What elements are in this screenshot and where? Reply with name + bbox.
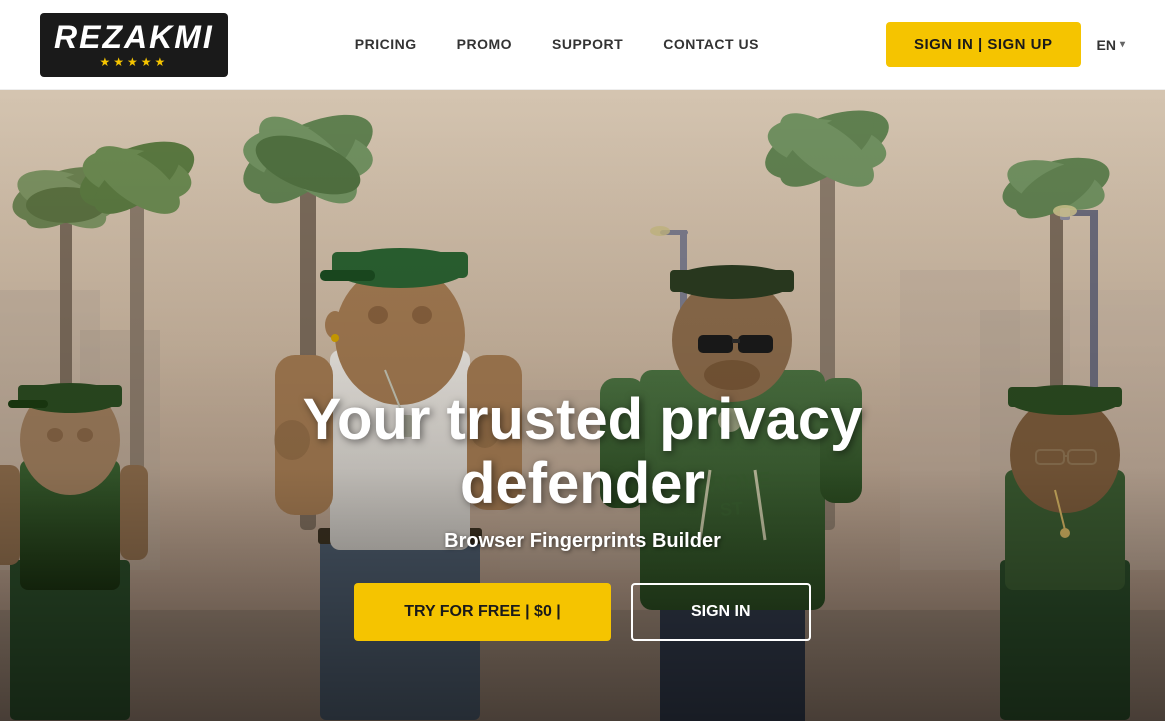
nav-right: SIGN IN | SIGN UP EN ▾ xyxy=(886,22,1125,67)
nav-item-promo[interactable]: PROMO xyxy=(457,36,512,54)
navbar: REZAKMI ★★★★★ PRICING PROMO SUPPORT CONT… xyxy=(0,0,1165,90)
try-free-button[interactable]: TRY FOR FREE | $0 | xyxy=(354,583,611,641)
language-selector[interactable]: EN ▾ xyxy=(1097,37,1125,53)
hero-content: Your trusted privacy defender Browser Fi… xyxy=(233,388,933,641)
nav-item-pricing[interactable]: PRICING xyxy=(355,36,417,54)
logo-box: REZAKMI ★★★★★ xyxy=(40,13,228,77)
logo-text: REZAKMI xyxy=(54,21,214,53)
nav-item-contact[interactable]: CONTACT US xyxy=(663,36,759,54)
hero-section: GROVE ST xyxy=(0,90,1165,721)
logo-stars: ★★★★★ xyxy=(99,55,168,69)
nav-links: PRICING PROMO SUPPORT CONTACT US xyxy=(355,36,759,54)
nav-item-support[interactable]: SUPPORT xyxy=(552,36,623,54)
hero-title: Your trusted privacy defender xyxy=(233,388,933,516)
hero-subtitle: Browser Fingerprints Builder xyxy=(233,530,933,553)
hero-buttons: TRY FOR FREE | $0 | SIGN IN xyxy=(233,583,933,641)
hero-sign-in-button[interactable]: SIGN IN xyxy=(631,583,811,641)
nav-link-support[interactable]: SUPPORT xyxy=(552,36,623,52)
logo[interactable]: REZAKMI ★★★★★ xyxy=(40,13,228,77)
language-label: EN xyxy=(1097,37,1116,53)
nav-link-promo[interactable]: PROMO xyxy=(457,36,512,52)
sign-in-button[interactable]: SIGN IN | SIGN UP xyxy=(886,22,1081,67)
nav-link-contact[interactable]: CONTACT US xyxy=(663,36,759,52)
chevron-down-icon: ▾ xyxy=(1120,39,1125,50)
nav-link-pricing[interactable]: PRICING xyxy=(355,36,417,52)
